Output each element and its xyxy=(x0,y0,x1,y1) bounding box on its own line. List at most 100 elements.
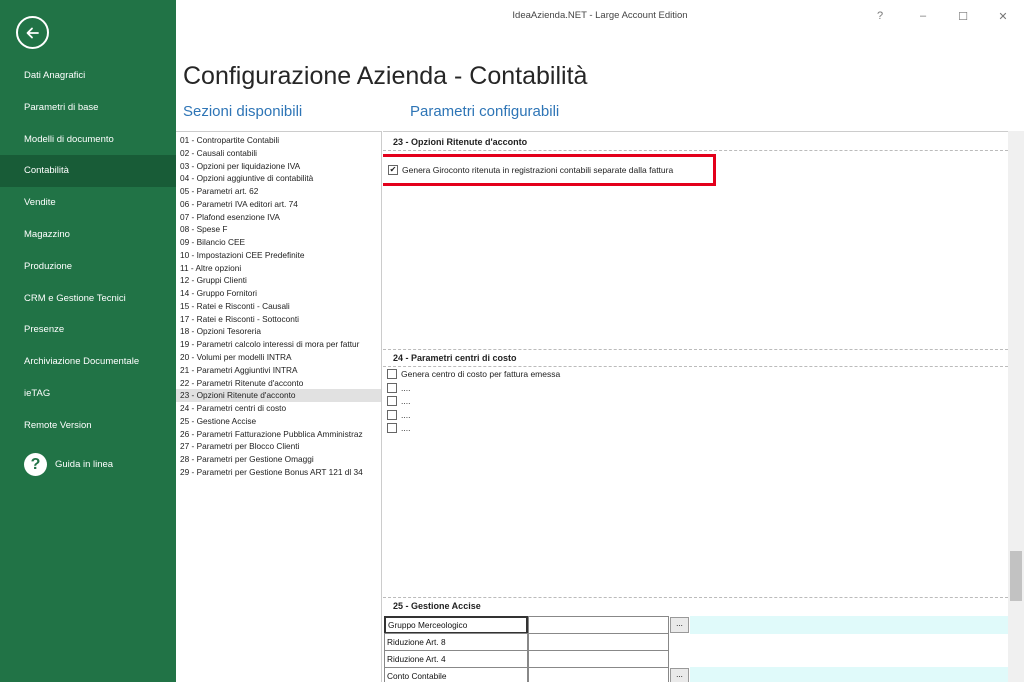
cost-center-checkbox[interactable] xyxy=(387,382,397,393)
cost-center-checkbox-row[interactable]: .... xyxy=(387,423,410,433)
cost-center-checkbox[interactable] xyxy=(387,369,397,379)
section-item[interactable]: 05 - Parametri art. 62 xyxy=(176,185,381,198)
giroconto-label: Genera Giroconto ritenuta in registrazio… xyxy=(402,165,674,175)
section-item[interactable]: 08 - Spese F xyxy=(176,223,381,236)
section-item[interactable]: 09 - Bilancio CEE xyxy=(176,236,381,249)
sections-heading: Sezioni disponibili xyxy=(183,103,303,120)
accise-row: Conto Contabile... xyxy=(383,667,1008,682)
cost-center-checkbox-row[interactable]: .... xyxy=(387,382,411,393)
section-item[interactable]: 23 - Opzioni Ritenute d'acconto xyxy=(176,389,381,403)
sections-list[interactable]: 01 - Contropartite Contabili 02 - Causali… xyxy=(176,131,382,682)
params-heading: Parametri configurabili xyxy=(410,103,560,120)
cost-center-checkbox-label: .... xyxy=(401,409,411,420)
sidebar-item-remote-version[interactable]: Remote Version xyxy=(0,410,176,442)
section-item[interactable]: 25 - Gestione Accise xyxy=(176,415,381,428)
section-item[interactable]: 03 - Opzioni per liquidazione IVA xyxy=(176,160,381,173)
sidebar-item-contabilit[interactable]: Contabilità xyxy=(0,155,176,188)
sidebar-item-archiviazione-documentale[interactable]: Archiviazione Documentale xyxy=(0,346,176,378)
accise-row: Gruppo Merceologico... xyxy=(383,616,1008,634)
section-item[interactable]: 20 - Volumi per modelli INTRA xyxy=(176,351,381,364)
minimize-button[interactable]: – xyxy=(913,6,933,26)
window-title: IdeaAzienda.NET - Large Account Edition xyxy=(512,10,688,21)
section-item[interactable]: 11 - Altre opzioni xyxy=(176,262,381,275)
section-item[interactable]: 26 - Parametri Fatturazione Pubblica Amm… xyxy=(176,428,381,441)
cost-center-checkbox-label: .... xyxy=(401,396,411,406)
section-item[interactable]: 19 - Parametri calcolo interessi di mora… xyxy=(176,338,381,351)
section-item[interactable]: 28 - Parametri per Gestione Omaggi xyxy=(176,453,381,466)
sidebar-item-crm-e-gestione-tecnici[interactable]: CRM e Gestione Tecnici xyxy=(0,283,176,315)
cost-center-checkbox-label: Genera centro di costo per fattura emess… xyxy=(401,369,561,379)
window-help-button[interactable]: ? xyxy=(870,6,890,26)
cost-center-checkbox[interactable] xyxy=(387,423,397,433)
sidebar-item-vendite[interactable]: Vendite xyxy=(0,187,176,219)
accise-value-input[interactable] xyxy=(528,667,669,682)
help-label: Guida in linea xyxy=(55,459,114,470)
accise-value-input[interactable] xyxy=(528,616,669,634)
cost-center-checkbox[interactable] xyxy=(387,396,397,406)
giroconto-checkbox-row[interactable]: ✔ Genera Giroconto ritenuta in registraz… xyxy=(388,165,673,175)
help-link[interactable]: ? Guida in linea xyxy=(24,453,113,476)
sidebar-item-parametri-di-base[interactable]: Parametri di base xyxy=(0,92,176,124)
params-panel: 23 - Opzioni Ritenute d'acconto ✔ Genera… xyxy=(383,131,1008,682)
section-item[interactable]: 10 - Impostazioni CEE Predefinite xyxy=(176,249,381,262)
accise-row-label[interactable]: Riduzione Art. 8 xyxy=(384,633,528,651)
app-window: Dati Anagrafici Parametri di base Modelli … xyxy=(0,0,1024,682)
accise-value-input[interactable] xyxy=(528,633,669,651)
sidebar-item-modelli-di-documento[interactable]: Modelli di documento xyxy=(0,124,176,156)
group-24-title: 24 - Parametri centri di costo xyxy=(393,353,517,363)
sidebar-item-magazzino[interactable]: Magazzino xyxy=(0,219,176,251)
section-item[interactable]: 04 - Opzioni aggiuntive di contabilità xyxy=(176,172,381,185)
sidebar-item-dati-anagrafici[interactable]: Dati Anagrafici xyxy=(0,60,176,92)
lookup-button[interactable]: ... xyxy=(670,617,689,633)
sidebar: Dati Anagrafici Parametri di base Modelli … xyxy=(0,0,176,682)
section-item[interactable]: 17 - Ratei e Risconti - Sottoconti xyxy=(176,313,381,326)
group-25-title: 25 - Gestione Accise xyxy=(393,601,481,611)
sidebar-nav: Dati Anagrafici Parametri di base Modelli … xyxy=(0,60,176,442)
cost-center-checkbox-label: .... xyxy=(401,382,411,393)
section-item[interactable]: 14 - Gruppo Fornitori xyxy=(176,287,381,300)
divider xyxy=(383,349,1008,350)
section-item[interactable]: 29 - Parametri per Gestione Bonus ART 12… xyxy=(176,466,381,479)
section-item[interactable]: 22 - Parametri Ritenute d'acconto xyxy=(176,377,381,390)
section-item[interactable]: 15 - Ratei e Risconti - Causali xyxy=(176,300,381,313)
section-item[interactable]: 01 - Contropartite Contabili xyxy=(176,134,381,147)
cost-center-checkbox-row[interactable]: .... xyxy=(387,396,410,406)
cost-center-checkbox[interactable] xyxy=(387,409,397,420)
lookup-description-field xyxy=(690,667,1008,682)
cost-center-checkbox-label: .... xyxy=(401,423,411,433)
help-icon: ? xyxy=(24,453,47,476)
section-item[interactable]: 07 - Plafond esenzione IVA xyxy=(176,211,381,224)
section-item[interactable]: 12 - Gruppi Clienti xyxy=(176,274,381,287)
group-23-title: 23 - Opzioni Ritenute d'acconto xyxy=(393,137,528,147)
cost-center-checkbox-row[interactable]: .... xyxy=(387,409,411,420)
sidebar-item-produzione[interactable]: Produzione xyxy=(0,251,176,283)
accise-row-label[interactable]: Riduzione Art. 4 xyxy=(384,650,528,668)
maximize-button[interactable]: ☐ xyxy=(953,6,973,26)
accise-value-input[interactable] xyxy=(528,650,669,668)
accise-row-label[interactable]: Gruppo Merceologico xyxy=(384,616,528,634)
divider xyxy=(383,366,1008,367)
close-button[interactable]: ✕ xyxy=(993,6,1013,26)
arrow-left-icon xyxy=(26,27,39,38)
section-item[interactable]: 02 - Causali contabili xyxy=(176,147,381,160)
page-title: Configurazione Azienda - Contabilità xyxy=(183,62,588,90)
divider xyxy=(383,150,1008,151)
section-item[interactable]: 21 - Parametri Aggiuntivi INTRA xyxy=(176,364,381,377)
lookup-description-field xyxy=(690,616,1008,634)
section-item[interactable]: 24 - Parametri centri di costo xyxy=(176,402,381,415)
sidebar-item-presenze[interactable]: Presenze xyxy=(0,314,176,346)
accise-row-label[interactable]: Conto Contabile xyxy=(384,667,528,682)
accise-row: Riduzione Art. 4 xyxy=(383,650,1008,668)
giroconto-checkbox[interactable]: ✔ xyxy=(388,165,398,175)
sidebar-item-ietag[interactable]: ieTAG xyxy=(0,378,176,410)
section-item[interactable]: 18 - Opzioni Tesoreria xyxy=(176,325,381,338)
params-scrollbar[interactable] xyxy=(1008,131,1024,682)
scroll-thumb[interactable] xyxy=(1010,551,1022,601)
title-bar: IdeaAzienda.NET - Large Account Edition … xyxy=(176,0,1024,32)
section-item[interactable]: 06 - Parametri IVA editori art. 74 xyxy=(176,198,381,211)
accise-row: Riduzione Art. 8 xyxy=(383,633,1008,651)
section-item[interactable]: 27 - Parametri per Blocco Clienti xyxy=(176,440,381,453)
cost-center-checkbox-row[interactable]: Genera centro di costo per fattura emess… xyxy=(387,369,560,379)
lookup-button[interactable]: ... xyxy=(670,668,689,682)
back-button[interactable] xyxy=(16,16,49,49)
